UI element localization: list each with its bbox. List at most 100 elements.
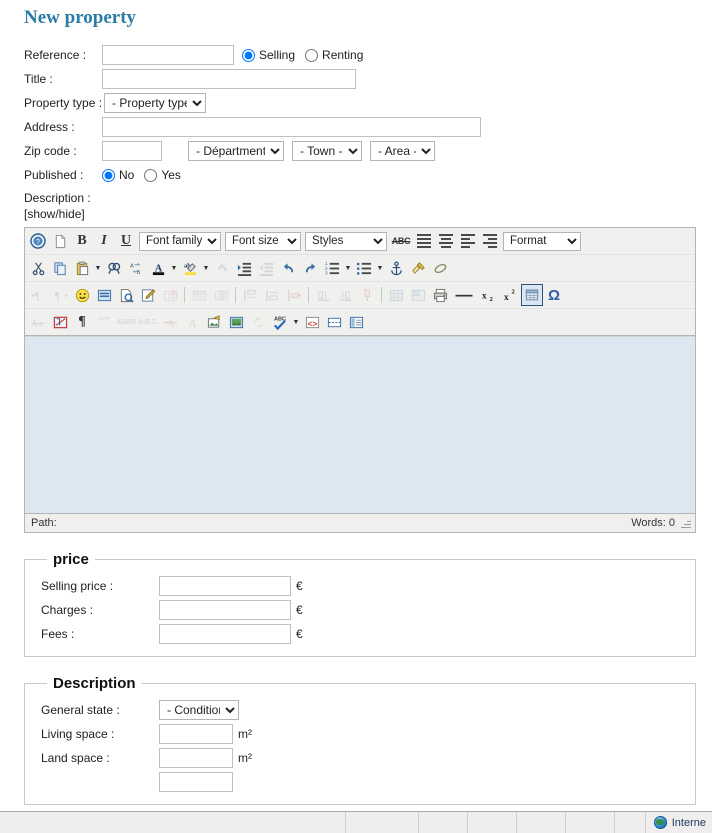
svg-text:?: ? [36,239,40,246]
title-input[interactable] [102,69,356,89]
deal-type-renting-label[interactable]: Renting [322,48,363,62]
deal-type-selling-label[interactable]: Selling [259,48,295,62]
subscript-icon[interactable]: x2 [477,284,499,306]
align-justify-icon[interactable] [413,230,435,252]
published-no-label[interactable]: No [119,168,134,182]
published-yes-label[interactable]: Yes [161,168,181,182]
deal-type-renting-radio[interactable] [305,48,319,62]
svg-text:3: 3 [325,270,328,275]
spellcheck-dropdown-icon[interactable]: ▼ [291,311,301,333]
show-invisible-characters-icon[interactable]: ¶ [71,311,93,333]
published-no-radio[interactable] [102,168,115,182]
italic-icon[interactable]: I [93,230,115,252]
insert-media-file-icon[interactable] [225,311,247,333]
deal-type-group: Selling Renting [242,48,373,62]
insert-media-icon[interactable] [93,284,115,306]
fees-input[interactable] [159,624,291,644]
area-select[interactable]: - Area - [370,141,435,161]
charges-input[interactable] [159,600,291,620]
bulleted-list-icon[interactable] [353,257,375,279]
zip-code-row: Zip code : - Départment - - Town - - Are… [24,139,712,163]
selling-price-input[interactable] [159,576,291,596]
text-color-icon[interactable]: A [147,257,169,279]
next-field-row-clipped [41,770,695,794]
town-select[interactable]: - Town - [292,141,362,161]
insert-row-before-icon [239,284,261,306]
special-character-icon[interactable]: Ω [543,284,565,306]
browser-status-bar: Interne [0,811,712,833]
background-color-icon[interactable]: ab [179,257,201,279]
view-source-code-icon[interactable]: <> [301,311,323,333]
indent-increase-icon[interactable] [233,257,255,279]
help-icon[interactable]: ? [27,230,49,252]
land-space-input[interactable] [159,748,233,768]
align-center-icon[interactable] [435,230,457,252]
selling-price-row: Selling price : € [41,574,695,598]
insert-page-break-icon[interactable] [323,311,345,333]
cut-icon[interactable] [27,257,49,279]
insert-nonbreaking-icon[interactable] [49,311,71,333]
description-show-hide-toggle[interactable]: [show/hide] [24,207,712,221]
remove-format-icon[interactable] [429,257,451,279]
align-left-icon[interactable] [457,230,479,252]
format-select[interactable]: Format [503,231,581,251]
insert-image-icon[interactable] [203,311,225,333]
price-section-legend: price [53,551,89,568]
zip-code-input[interactable] [102,141,162,161]
preview-icon[interactable] [115,284,137,306]
published-yes-radio[interactable] [144,168,158,182]
font-family-select[interactable]: Font family [139,231,221,251]
svg-text:A: A [129,263,133,269]
department-select[interactable]: - Départment - [188,141,284,161]
reference-row: Reference : Selling Renting [24,43,712,67]
copy-icon[interactable] [49,257,71,279]
svg-text:x: x [481,291,486,301]
numbered-list-icon[interactable]: 123 [321,257,343,279]
insert-row-after-icon [261,284,283,306]
spellcheck-icon[interactable]: ABC [269,311,291,333]
paste-dropdown-icon[interactable]: ▼ [93,257,103,279]
insert-table-icon[interactable] [521,284,543,306]
property-type-label: Property type : [24,96,103,110]
editor-resize-handle[interactable] [680,517,692,529]
description-section: Description General state : - Condition … [24,675,696,805]
deal-type-selling-radio[interactable] [242,48,255,62]
ltr-direction-icon: ¶ [27,284,49,306]
insert-layer-icon[interactable] [345,311,367,333]
living-space-input[interactable] [159,724,233,744]
text-color-dropdown-icon[interactable]: ▼ [169,257,179,279]
editor-content-area[interactable] [25,336,695,513]
delete-column-icon [356,284,378,306]
underline-icon[interactable]: U [115,230,137,252]
bold-icon[interactable]: B [71,230,93,252]
horizontal-rule-icon[interactable] [451,284,477,306]
strikethrough-icon[interactable]: ABC [389,230,413,252]
edit-html-icon[interactable] [137,284,159,306]
search-icon[interactable] [103,257,125,279]
published-group: No Yes [102,168,191,182]
new-document-icon[interactable] [49,230,71,252]
redo-icon[interactable] [299,257,321,279]
clipped-input[interactable] [159,772,233,792]
svg-text:<>: <> [307,318,317,328]
search-replace-icon[interactable]: AB [125,257,147,279]
undo-icon[interactable] [277,257,299,279]
anchor-icon[interactable] [385,257,407,279]
reference-input[interactable] [102,45,234,65]
font-size-select[interactable]: Font size [225,231,301,251]
emoticon-icon[interactable] [71,284,93,306]
align-right-icon[interactable] [479,230,501,252]
styles-select[interactable]: Styles [305,231,387,251]
toolbar-separator-4 [381,287,382,303]
property-type-select[interactable]: - Property type - [104,93,206,113]
superscript-icon[interactable]: x2 [499,284,521,306]
background-color-dropdown-icon[interactable]: ▼ [201,257,211,279]
print-icon[interactable] [429,284,451,306]
clean-up-icon[interactable] [407,257,429,279]
general-state-select[interactable]: - Condition - [159,700,239,720]
security-zone-indicator[interactable]: Interne [644,812,712,833]
paste-icon[interactable] [71,257,93,279]
numbered-list-dropdown-icon[interactable]: ▼ [343,257,353,279]
address-input[interactable] [102,117,481,137]
bulleted-list-dropdown-icon[interactable]: ▼ [375,257,385,279]
